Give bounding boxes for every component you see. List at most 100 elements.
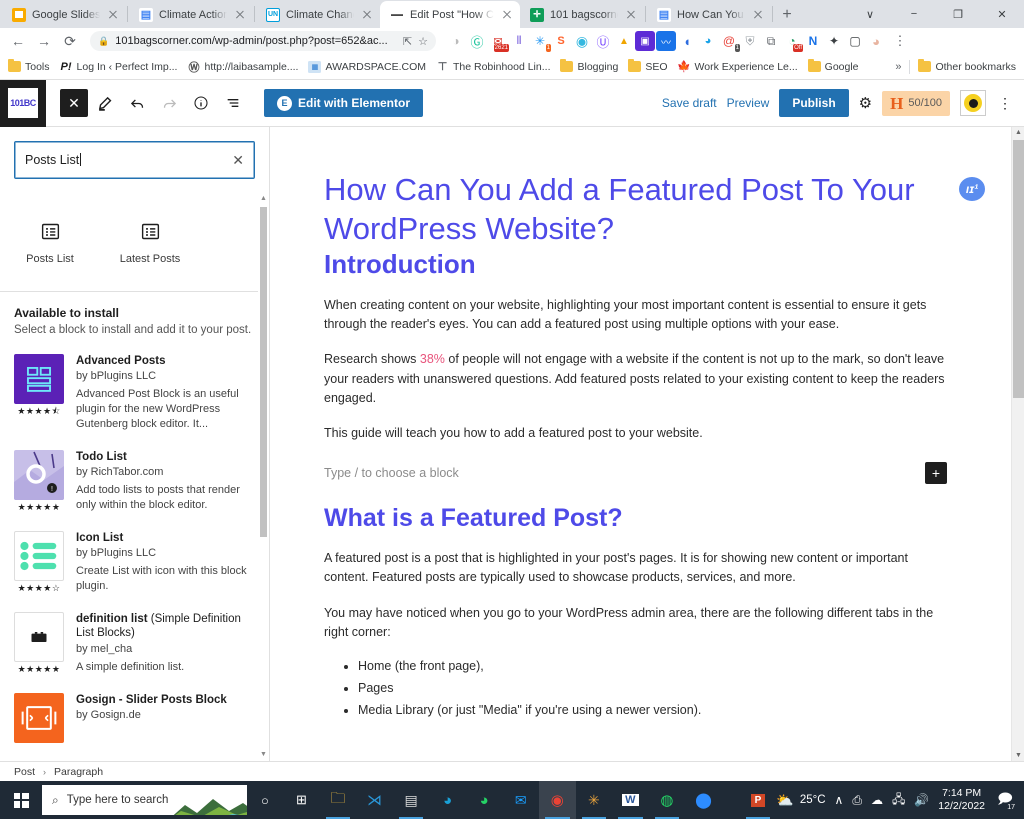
gear-icon[interactable]: ⚙: [859, 94, 872, 112]
scroll-up-arrow-icon[interactable]: ▲: [1012, 129, 1024, 136]
tab-close-icon[interactable]: [360, 8, 374, 22]
empty-paragraph-block[interactable]: Type / to choose a block +: [324, 461, 947, 484]
notion-icon[interactable]: N: [803, 31, 823, 51]
descript-icon[interactable]: ▲: [614, 31, 634, 51]
back-icon[interactable]: ←: [6, 29, 30, 53]
copy-icon[interactable]: ⧉: [761, 31, 781, 51]
monsterinsights-icon[interactable]: ıɪ¹: [959, 177, 985, 201]
tab-close-icon[interactable]: [500, 8, 514, 22]
plugin-list-item[interactable]: ! ★★★★★ Todo List by RichTabor.com Add t…: [0, 442, 269, 523]
tab-close-icon[interactable]: [751, 8, 765, 22]
vs-code-icon[interactable]: ⋊: [356, 781, 393, 819]
weather-widget[interactable]: ⛅ 25°C: [776, 792, 825, 809]
undo-icon[interactable]: [122, 88, 152, 118]
bookmark-item[interactable]: Tools: [8, 59, 50, 73]
heading-what-is-featured-post[interactable]: What is a Featured Post?: [324, 504, 947, 533]
paragraph-block[interactable]: A featured post is a post that is highli…: [324, 549, 947, 588]
paragraph-block[interactable]: You may have noticed when you go to your…: [324, 604, 947, 643]
maximize-button[interactable]: ❐: [936, 0, 980, 28]
other-bookmarks-item[interactable]: Other bookmarks: [918, 59, 1016, 73]
tab-close-icon[interactable]: [233, 8, 247, 22]
taskbar-clock[interactable]: 7:14 PM 12/2/2022: [938, 787, 985, 813]
mail-checker-icon[interactable]: ✉ 2621: [488, 31, 509, 52]
minimize-button[interactable]: −: [892, 0, 936, 28]
ahrefs-icon[interactable]: @1: [719, 31, 740, 52]
share-icon[interactable]: ⇱: [403, 35, 412, 48]
extension-1-icon[interactable]: ◑: [446, 31, 466, 51]
microsoft-word-icon[interactable]: W: [612, 781, 649, 819]
paragraph-block[interactable]: This guide will teach you how to add a f…: [324, 424, 947, 443]
powerpoint-icon[interactable]: P: [740, 781, 777, 819]
browser-tab[interactable]: ▤ Climate Action - Go: [129, 1, 253, 28]
tab-close-icon[interactable]: [106, 8, 120, 22]
bookmark-item[interactable]: SEO: [628, 59, 668, 73]
bookmarks-overflow-icon[interactable]: »: [895, 61, 901, 73]
bookmark-item[interactable]: ▦ AWARDSPACE.COM: [308, 60, 426, 73]
post-title[interactable]: How Can You Add a Featured Post To Your …: [324, 171, 947, 249]
add-block-button[interactable]: +: [925, 461, 947, 484]
site-logo[interactable]: 101BC: [0, 79, 46, 127]
network-icon[interactable]: 🖧: [892, 790, 905, 811]
profile-avatar[interactable]: ◕: [866, 31, 886, 51]
adblock-icon[interactable]: ◔ Off: [782, 31, 803, 52]
sidepanel-icon[interactable]: ▢: [845, 31, 865, 51]
whatsapp-icon[interactable]: ◍: [649, 781, 686, 819]
volume-icon[interactable]: 🔊: [914, 793, 929, 807]
scroll-up-arrow-icon[interactable]: ▲: [260, 195, 267, 203]
start-button[interactable]: [0, 781, 42, 819]
plugin-list-item[interactable]: ★★★★☆ Icon List by bPlugins LLC Create L…: [0, 523, 269, 604]
seo-score-badge[interactable]: H 50/100: [882, 90, 950, 116]
paragraph-block[interactable]: When creating content on your website, h…: [324, 296, 947, 335]
tab-close-icon[interactable]: [624, 8, 638, 22]
tray-chevron-icon[interactable]: ∧: [835, 793, 844, 807]
scrollbar-thumb[interactable]: [260, 207, 267, 537]
microsoft-edge-icon[interactable]: ◕: [429, 781, 466, 819]
task-view-icon[interactable]: ⊞: [283, 781, 320, 819]
new-tab-button[interactable]: +: [774, 2, 800, 28]
pencil-icon[interactable]: [90, 88, 120, 118]
publish-button[interactable]: Publish: [779, 89, 849, 117]
file-explorer-icon[interactable]: 🗀: [320, 781, 357, 819]
close-window-button[interactable]: ✕: [980, 0, 1024, 28]
mail-icon[interactable]: ✉: [502, 781, 539, 819]
bookmark-item[interactable]: 🍁 Work Experience Le...: [677, 61, 797, 74]
search-input[interactable]: Posts List ✕: [14, 141, 255, 179]
heading-introduction[interactable]: Introduction: [324, 249, 947, 280]
plugin-list-item[interactable]: Gosign - Slider Posts Block by Gosign.de: [0, 685, 269, 756]
browser-tab[interactable]: ▤ How Can You Add a: [647, 1, 771, 28]
camera-icon[interactable]: ⎙: [852, 793, 862, 808]
nimbus-icon[interactable]: ◖: [677, 31, 697, 51]
editor-scrollbar[interactable]: ▲ ▼: [1011, 127, 1024, 761]
notifications-icon[interactable]: 🗩 17: [994, 789, 1016, 811]
save-draft-button[interactable]: Save draft: [662, 96, 717, 110]
taskbar-search[interactable]: ⌕ Type here to search: [42, 785, 247, 815]
analytics-icon[interactable]: ⦀: [509, 31, 529, 51]
bullet-list-block[interactable]: Home (the front page), Pages Media Libra…: [324, 656, 947, 722]
address-bar[interactable]: 🔒 101bagscorner.com/wp-admin/post.php?po…: [90, 31, 436, 51]
plugin-list-item[interactable]: ★★★★⯪ Advanced Posts by bPlugins LLC Adv…: [0, 346, 269, 442]
preview-button[interactable]: Preview: [727, 96, 770, 110]
wappalyzer-icon[interactable]: Ⓤ: [593, 31, 613, 51]
bookmark-item[interactable]: Ⓦ http://laibasample....: [187, 61, 298, 74]
onedrive-icon[interactable]: ☁: [871, 793, 883, 807]
inserter-scrollbar[interactable]: ▲ ▼: [258, 193, 269, 761]
star-icon[interactable]: ☆: [418, 35, 428, 48]
forward-icon[interactable]: →: [32, 29, 56, 53]
list-view-icon[interactable]: [218, 88, 248, 118]
browser-tab[interactable]: ✛ 101 bagscorner - G: [520, 1, 644, 28]
shield-icon[interactable]: ⛨: [740, 31, 760, 51]
microsoft-store-icon[interactable]: ▤: [393, 781, 430, 819]
bookmark-item[interactable]: ⊤ The Robinhood Lin...: [436, 61, 551, 74]
reload-icon[interactable]: ⟳: [58, 29, 82, 53]
edit-with-elementor-button[interactable]: E Edit with Elementor: [264, 89, 424, 117]
browser-tab[interactable]: Google Slides: [2, 1, 126, 28]
block-tile-posts-list[interactable]: Posts List: [14, 219, 86, 265]
bookmark-item[interactable]: Google: [807, 59, 859, 73]
kebab-menu-icon[interactable]: ⋮: [996, 95, 1014, 112]
slack-icon[interactable]: ✳: [576, 781, 613, 819]
info-icon[interactable]: [186, 88, 216, 118]
zoom-icon[interactable]: ⬤: [685, 781, 722, 819]
bookmark-item[interactable]: Blogging: [560, 59, 618, 73]
redo-icon[interactable]: [154, 88, 184, 118]
post-canvas[interactable]: How Can You Add a Featured Post To Your …: [270, 127, 1011, 761]
